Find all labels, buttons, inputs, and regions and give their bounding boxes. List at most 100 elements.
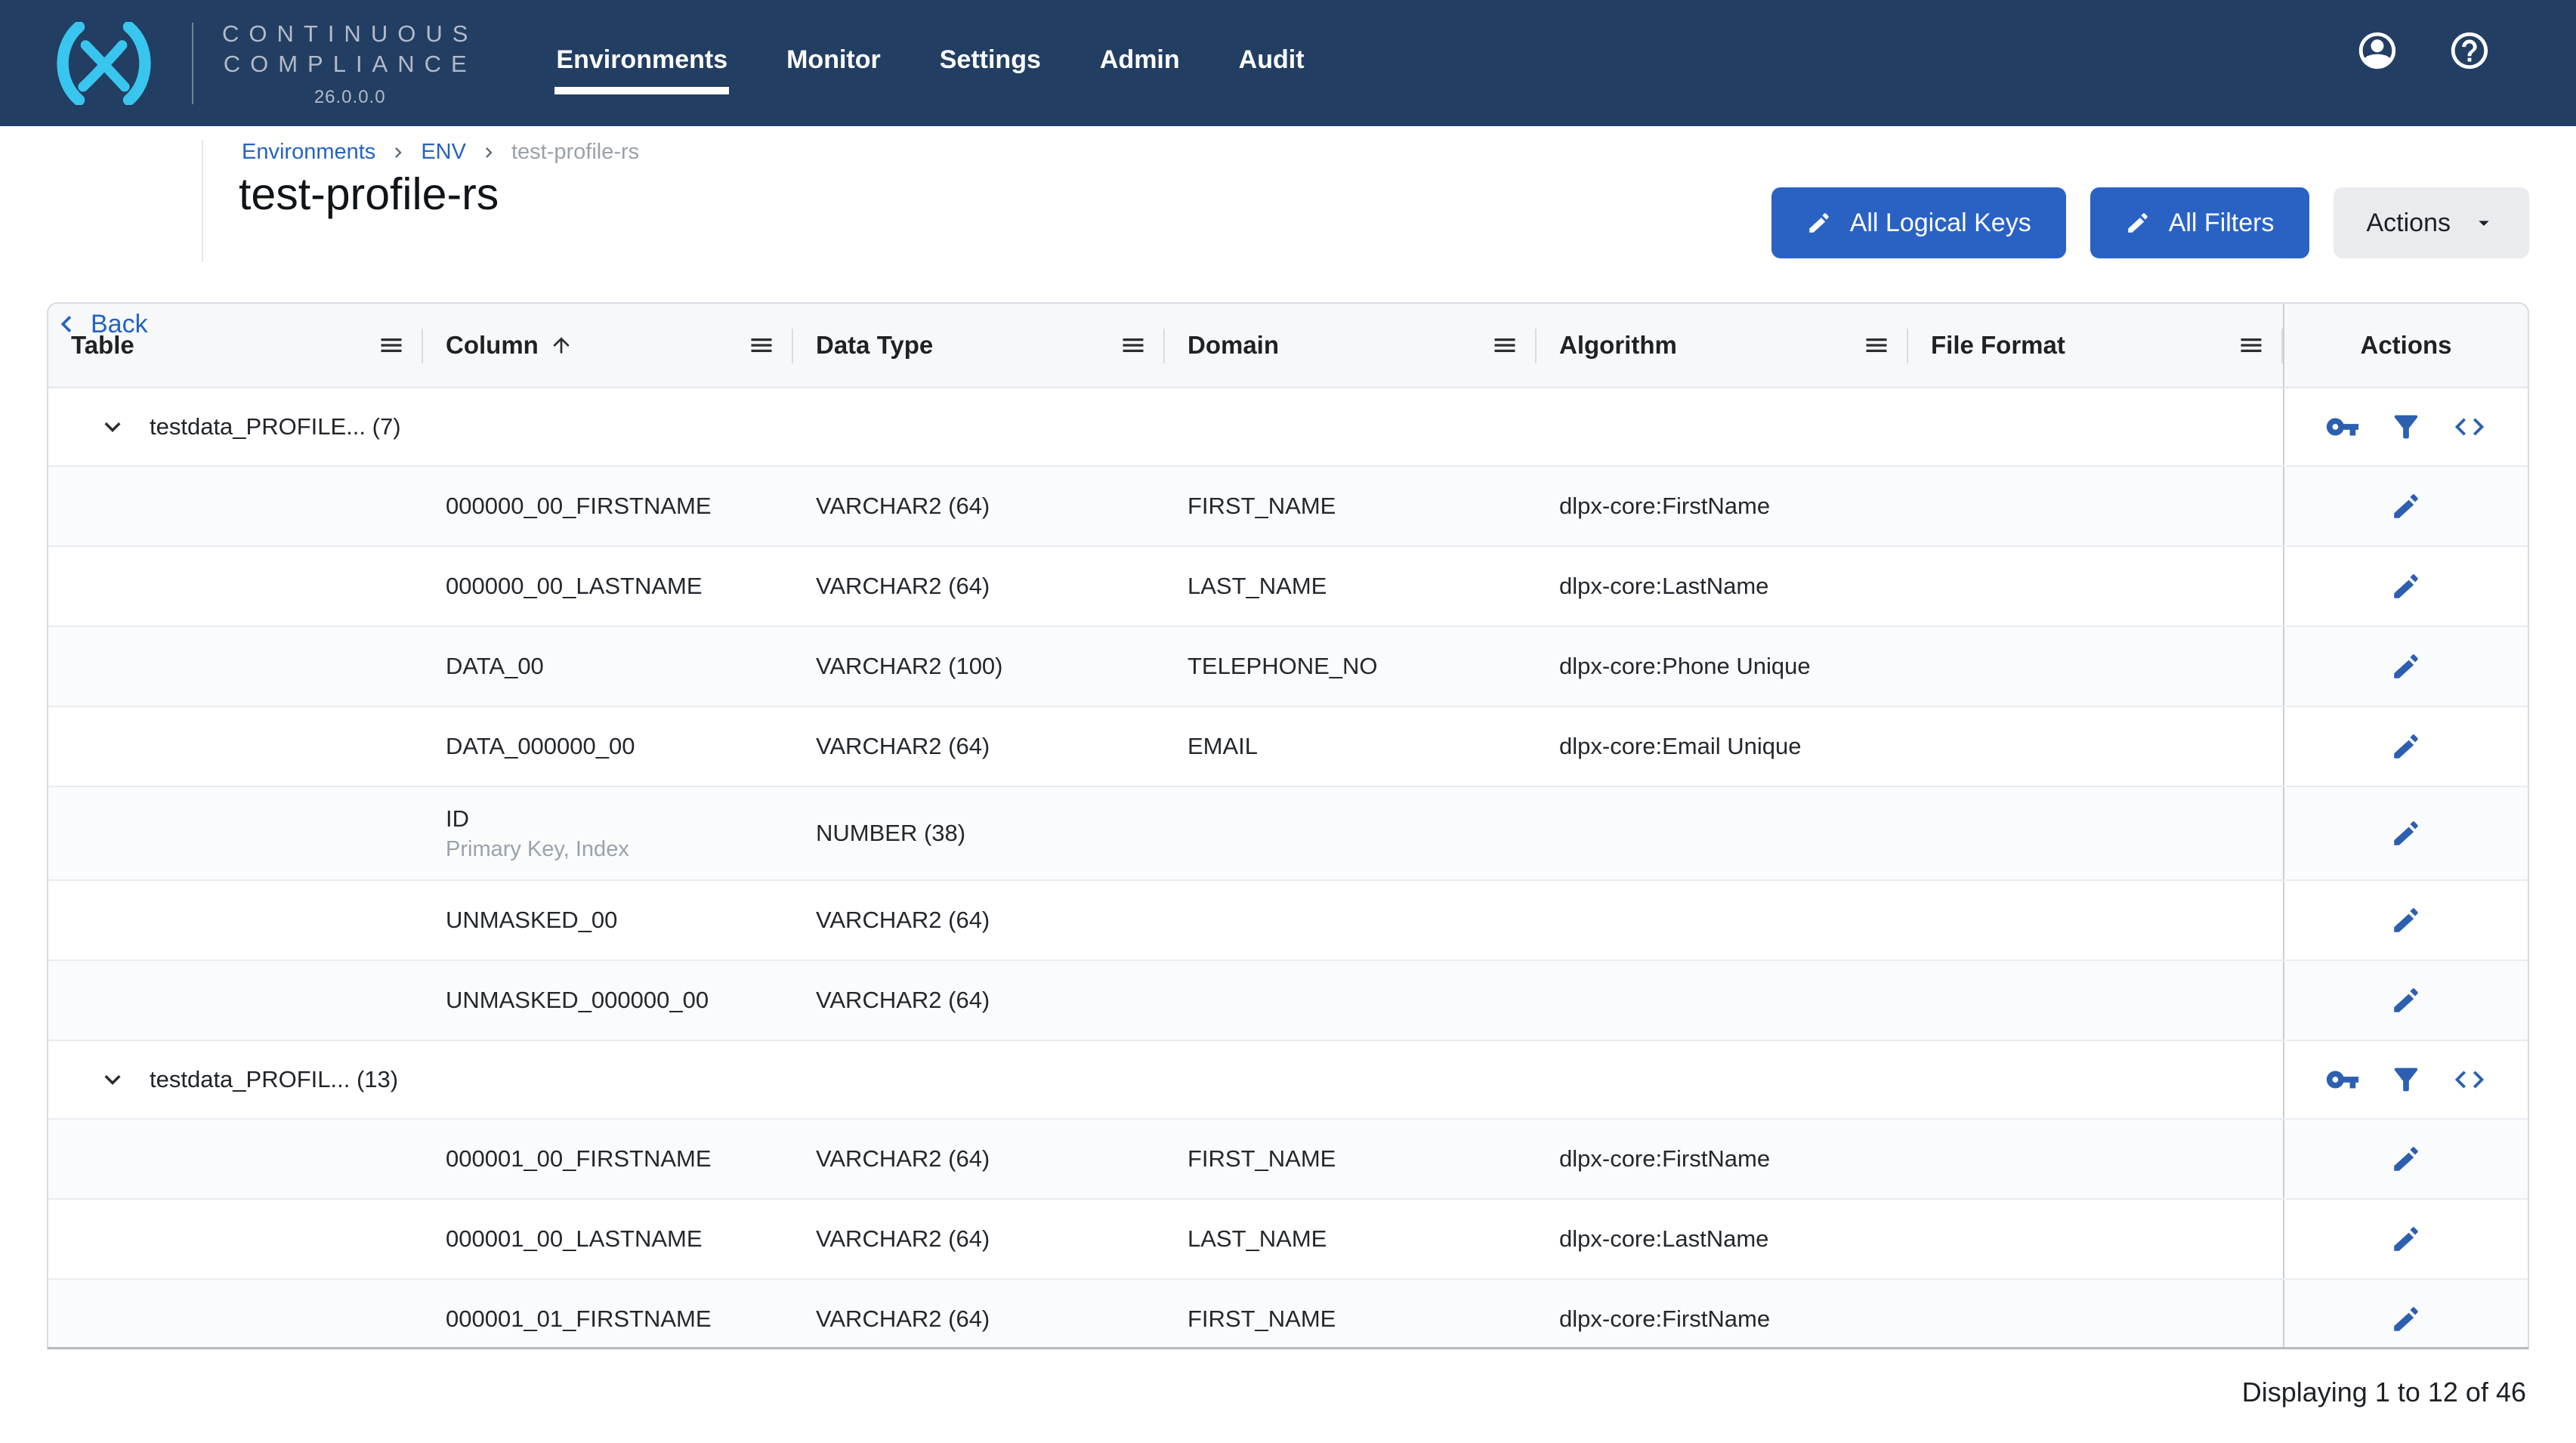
help-icon[interactable] <box>2448 29 2491 73</box>
all-logical-keys-button[interactable]: All Logical Keys <box>1771 187 2066 258</box>
nav-menu: Environments Monitor Settings Admin Audit <box>554 41 1305 85</box>
chevron-down-icon[interactable] <box>97 1064 128 1095</box>
cell-table <box>48 547 423 626</box>
group-actions <box>2283 388 2528 465</box>
cell-file-format <box>1908 1280 2283 1349</box>
app-root: CONTINUOUS COMPLIANCE 26.0.0.0 Environme… <box>0 0 2576 1443</box>
cell-domain <box>1165 787 1537 879</box>
table-row: 000001_00_FIRSTNAME VARCHAR2 (64) FIRST_… <box>48 1120 2528 1200</box>
column-menu-icon[interactable] <box>748 332 775 359</box>
actions-menu-button[interactable]: Actions <box>2334 187 2530 258</box>
filter-icon[interactable] <box>2389 409 2423 444</box>
header-actions: Actions <box>2283 304 2528 387</box>
cell-file-format <box>1908 881 2283 959</box>
sort-ascending-icon <box>549 333 573 357</box>
nav-item-admin[interactable]: Admin <box>1098 41 1181 85</box>
edit-icon[interactable] <box>2390 731 2422 762</box>
cell-data-type: VARCHAR2 (64) <box>793 1200 1165 1278</box>
edit-icon[interactable] <box>2390 490 2422 522</box>
nav-item-monitor[interactable]: Monitor <box>785 41 882 85</box>
cell-domain: LAST_NAME <box>1165 547 1537 626</box>
cell-actions <box>2283 881 2528 959</box>
column-name: DATA_00 <box>446 653 793 680</box>
pagination-status: Displaying 1 to 12 of 46 <box>0 1377 2526 1408</box>
column-name: ID <box>446 805 793 833</box>
edit-icon[interactable] <box>2390 984 2422 1016</box>
cell-data-type: VARCHAR2 (100) <box>793 627 1165 706</box>
cell-domain: FIRST_NAME <box>1165 1120 1537 1198</box>
chevron-down-icon[interactable] <box>97 411 128 443</box>
edit-icon[interactable] <box>2390 1143 2422 1175</box>
edit-icon[interactable] <box>2390 570 2422 602</box>
group-actions <box>2283 1041 2528 1118</box>
cell-actions <box>2283 627 2528 706</box>
nav-item-settings[interactable]: Settings <box>938 41 1042 85</box>
brand-divider <box>192 23 193 104</box>
header-data-type[interactable]: Data Type <box>793 304 1165 387</box>
header-algorithm[interactable]: Algorithm <box>1537 304 1908 387</box>
table-body: testdata_PROFILE... (7) 000000_00_FIRSTN… <box>48 388 2528 1349</box>
cell-file-format <box>1908 547 2283 626</box>
edit-icon[interactable] <box>2390 817 2422 849</box>
edit-icon[interactable] <box>2390 650 2422 682</box>
cell-data-type: VARCHAR2 (64) <box>793 707 1165 786</box>
cell-column: 000000_00_LASTNAME <box>423 547 793 626</box>
header-column[interactable]: Column <box>423 304 793 387</box>
table-group-row[interactable]: testdata_PROFIL... (13) <box>48 1041 2528 1120</box>
table-row: DATA_000000_00 VARCHAR2 (64) EMAIL dlpx-… <box>48 707 2528 787</box>
column-subtext: Primary Key, Index <box>446 837 793 862</box>
user-avatar-icon[interactable] <box>2355 29 2399 73</box>
code-icon[interactable] <box>2452 409 2487 444</box>
edit-icon[interactable] <box>2390 1223 2422 1255</box>
cell-column: 000001_01_FIRSTNAME <box>423 1280 793 1349</box>
breadcrumb-separator-icon <box>388 142 409 163</box>
logical-key-icon[interactable] <box>2325 1062 2360 1097</box>
column-name: UNMASKED_00 <box>446 907 793 934</box>
cell-column: UNMASKED_000000_00 <box>423 961 793 1040</box>
header-table[interactable]: Table <box>48 304 423 387</box>
logical-key-icon[interactable] <box>2325 409 2360 444</box>
column-menu-icon[interactable] <box>378 332 405 359</box>
cell-file-format <box>1908 787 2283 879</box>
table-row: UNMASKED_000000_00 VARCHAR2 (64) <box>48 961 2528 1041</box>
cell-actions <box>2283 1120 2528 1198</box>
cell-algorithm <box>1537 787 1908 879</box>
filter-icon[interactable] <box>2389 1062 2423 1097</box>
code-icon[interactable] <box>2452 1062 2487 1097</box>
all-filters-label: All Filters <box>2169 209 2275 238</box>
edit-icon[interactable] <box>2390 904 2422 936</box>
nav-item-audit[interactable]: Audit <box>1237 41 1306 85</box>
breadcrumb-separator-icon <box>478 142 499 163</box>
cell-data-type: VARCHAR2 (64) <box>793 547 1165 626</box>
cell-column: DATA_000000_00 <box>423 707 793 786</box>
header-domain[interactable]: Domain <box>1165 304 1537 387</box>
column-menu-icon[interactable] <box>2238 332 2265 359</box>
breadcrumb-item[interactable]: ENV <box>421 140 466 165</box>
brand-line2: COMPLIANCE <box>222 49 477 79</box>
all-filters-button[interactable]: All Filters <box>2090 187 2309 258</box>
breadcrumb-item: test-profile-rs <box>511 140 639 165</box>
cell-domain <box>1165 961 1537 1040</box>
cell-table <box>48 881 423 959</box>
cell-domain: LAST_NAME <box>1165 1200 1537 1278</box>
group-label: testdata_PROFILE... (7) <box>150 413 401 440</box>
table-group-row[interactable]: testdata_PROFILE... (7) <box>48 388 2528 467</box>
cell-table <box>48 1280 423 1349</box>
cell-actions <box>2283 961 2528 1040</box>
edit-icon[interactable] <box>2390 1303 2422 1335</box>
nav-item-environments[interactable]: Environments <box>554 41 729 85</box>
header-divider <box>202 140 203 262</box>
column-menu-icon[interactable] <box>1120 332 1147 359</box>
column-name: 000000_00_LASTNAME <box>446 573 793 600</box>
cell-domain: FIRST_NAME <box>1165 1280 1537 1349</box>
breadcrumb-item[interactable]: Environments <box>242 140 375 165</box>
cell-algorithm <box>1537 961 1908 1040</box>
table-row: 000000_00_LASTNAME VARCHAR2 (64) LAST_NA… <box>48 547 2528 627</box>
column-menu-icon[interactable] <box>1491 332 1518 359</box>
brand-version: 26.0.0.0 <box>222 87 477 108</box>
cell-data-type: VARCHAR2 (64) <box>793 961 1165 1040</box>
cell-table <box>48 467 423 545</box>
column-menu-icon[interactable] <box>1863 332 1890 359</box>
cell-file-format <box>1908 1120 2283 1198</box>
header-file-format[interactable]: File Format <box>1908 304 2283 387</box>
